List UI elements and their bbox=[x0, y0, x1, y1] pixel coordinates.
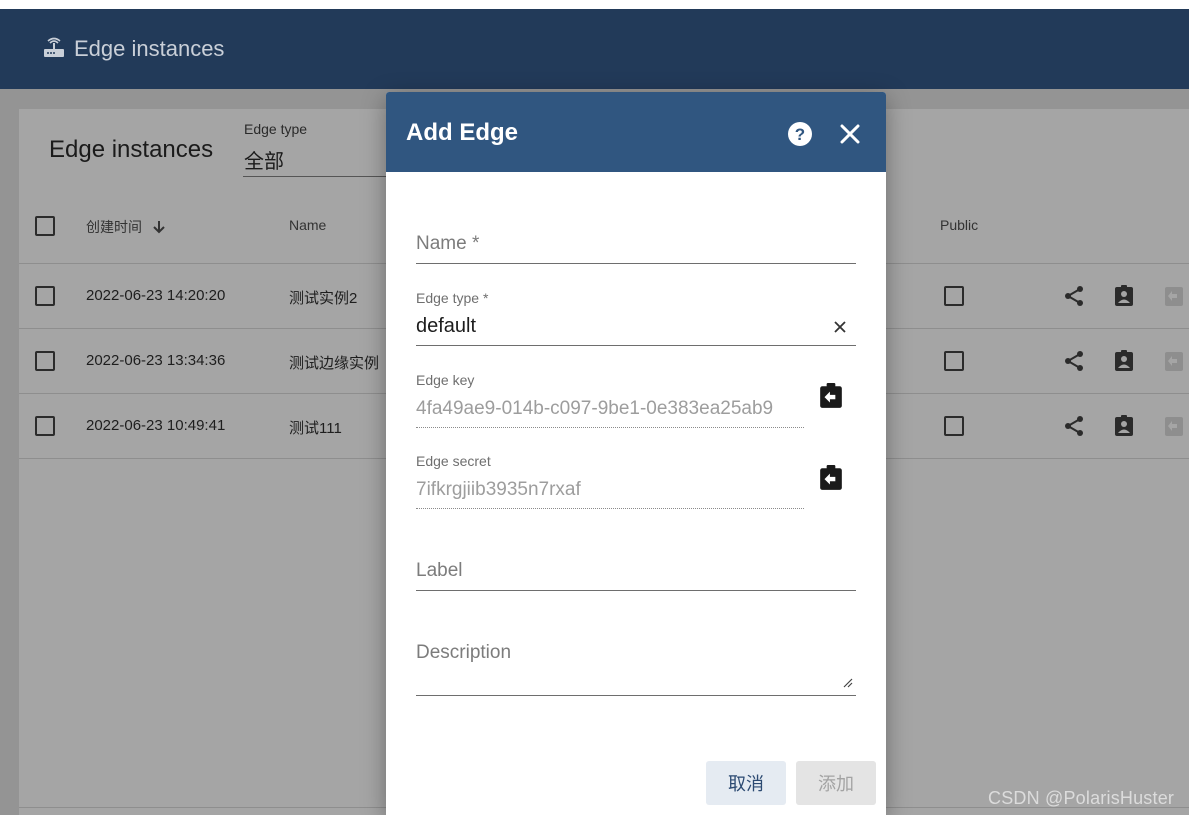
row-checkbox[interactable] bbox=[35, 351, 55, 371]
help-icon[interactable]: ? bbox=[787, 121, 813, 147]
clipboard-arrow-icon[interactable] bbox=[1162, 349, 1186, 373]
column-created-header[interactable]: 创建时间 bbox=[86, 217, 166, 237]
column-created-label: 创建时间 bbox=[86, 219, 142, 235]
edge-type-filter-select[interactable]: 全部 bbox=[244, 145, 284, 174]
share-icon[interactable] bbox=[1062, 414, 1086, 438]
row-name: 测试边缘实例 bbox=[289, 355, 380, 372]
clear-icon[interactable] bbox=[832, 319, 848, 335]
assign-user-icon[interactable] bbox=[1112, 414, 1136, 438]
edge-key-underline bbox=[416, 427, 804, 428]
row-name: 测试实例2 bbox=[289, 290, 358, 307]
app-bar: Edge instances bbox=[0, 9, 1189, 89]
edge-type-underline bbox=[416, 345, 856, 346]
row-name: 测试111 bbox=[289, 420, 342, 437]
edge-type-filter-label: Edge type bbox=[244, 121, 308, 137]
row-created: 2022-06-23 13:34:36 bbox=[86, 352, 226, 369]
edge-secret-label: Edge secret bbox=[416, 453, 491, 469]
name-input[interactable]: Name * bbox=[416, 233, 479, 255]
watermark: CSDN @PolarisHuster bbox=[988, 788, 1175, 808]
row-public-checkbox[interactable] bbox=[944, 286, 964, 306]
edge-secret-field: 7ifkrgjiib3935n7rxaf bbox=[416, 479, 581, 500]
add-button[interactable]: 添加 bbox=[796, 761, 876, 805]
dialog-title: Add Edge bbox=[406, 119, 518, 146]
row-checkbox[interactable] bbox=[35, 416, 55, 436]
label-underline bbox=[416, 590, 856, 591]
card-title: Edge instances bbox=[49, 136, 214, 163]
column-name-header[interactable]: Name bbox=[289, 217, 326, 233]
top-strip bbox=[0, 0, 1189, 9]
clipboard-arrow-icon[interactable] bbox=[1162, 414, 1186, 438]
row-checkbox[interactable] bbox=[35, 286, 55, 306]
description-textarea[interactable]: Description bbox=[416, 642, 511, 664]
assign-user-icon[interactable] bbox=[1112, 349, 1136, 373]
share-icon[interactable] bbox=[1062, 349, 1086, 373]
svg-text:?: ? bbox=[795, 125, 805, 144]
edge-secret-underline bbox=[416, 508, 804, 509]
edge-type-input[interactable]: default bbox=[416, 315, 476, 338]
resize-handle-icon[interactable] bbox=[843, 678, 853, 688]
filter-underline bbox=[243, 176, 393, 177]
row-created: 2022-06-23 14:20:20 bbox=[86, 287, 226, 304]
dialog-header: Add Edge ? bbox=[386, 92, 886, 172]
assign-user-icon[interactable] bbox=[1112, 284, 1136, 308]
name-underline bbox=[416, 263, 856, 264]
row-public-checkbox[interactable] bbox=[944, 351, 964, 371]
row-created: 2022-06-23 10:49:41 bbox=[86, 417, 226, 434]
edge-key-label: Edge key bbox=[416, 372, 475, 388]
edge-type-label: Edge type * bbox=[416, 290, 489, 306]
add-edge-dialog: Add Edge ? Name * Edge type * default Ed… bbox=[386, 92, 886, 815]
share-icon[interactable] bbox=[1062, 284, 1086, 308]
row-public-checkbox[interactable] bbox=[944, 416, 964, 436]
router-icon bbox=[44, 37, 64, 57]
select-all-checkbox[interactable] bbox=[35, 216, 55, 236]
app-title: Edge instances bbox=[74, 36, 225, 61]
close-icon[interactable] bbox=[838, 122, 862, 146]
copy-key-icon[interactable] bbox=[818, 383, 844, 409]
clipboard-arrow-icon[interactable] bbox=[1162, 284, 1186, 308]
sort-down-icon bbox=[153, 221, 165, 234]
copy-secret-icon[interactable] bbox=[818, 465, 844, 491]
cancel-button[interactable]: 取消 bbox=[706, 761, 786, 805]
edge-key-field: 4fa49ae9-014b-c097-9be1-0e383ea25ab9 bbox=[416, 398, 774, 419]
column-public-header[interactable]: Public bbox=[940, 217, 978, 233]
label-input[interactable]: Label bbox=[416, 560, 463, 582]
description-underline bbox=[416, 695, 856, 696]
